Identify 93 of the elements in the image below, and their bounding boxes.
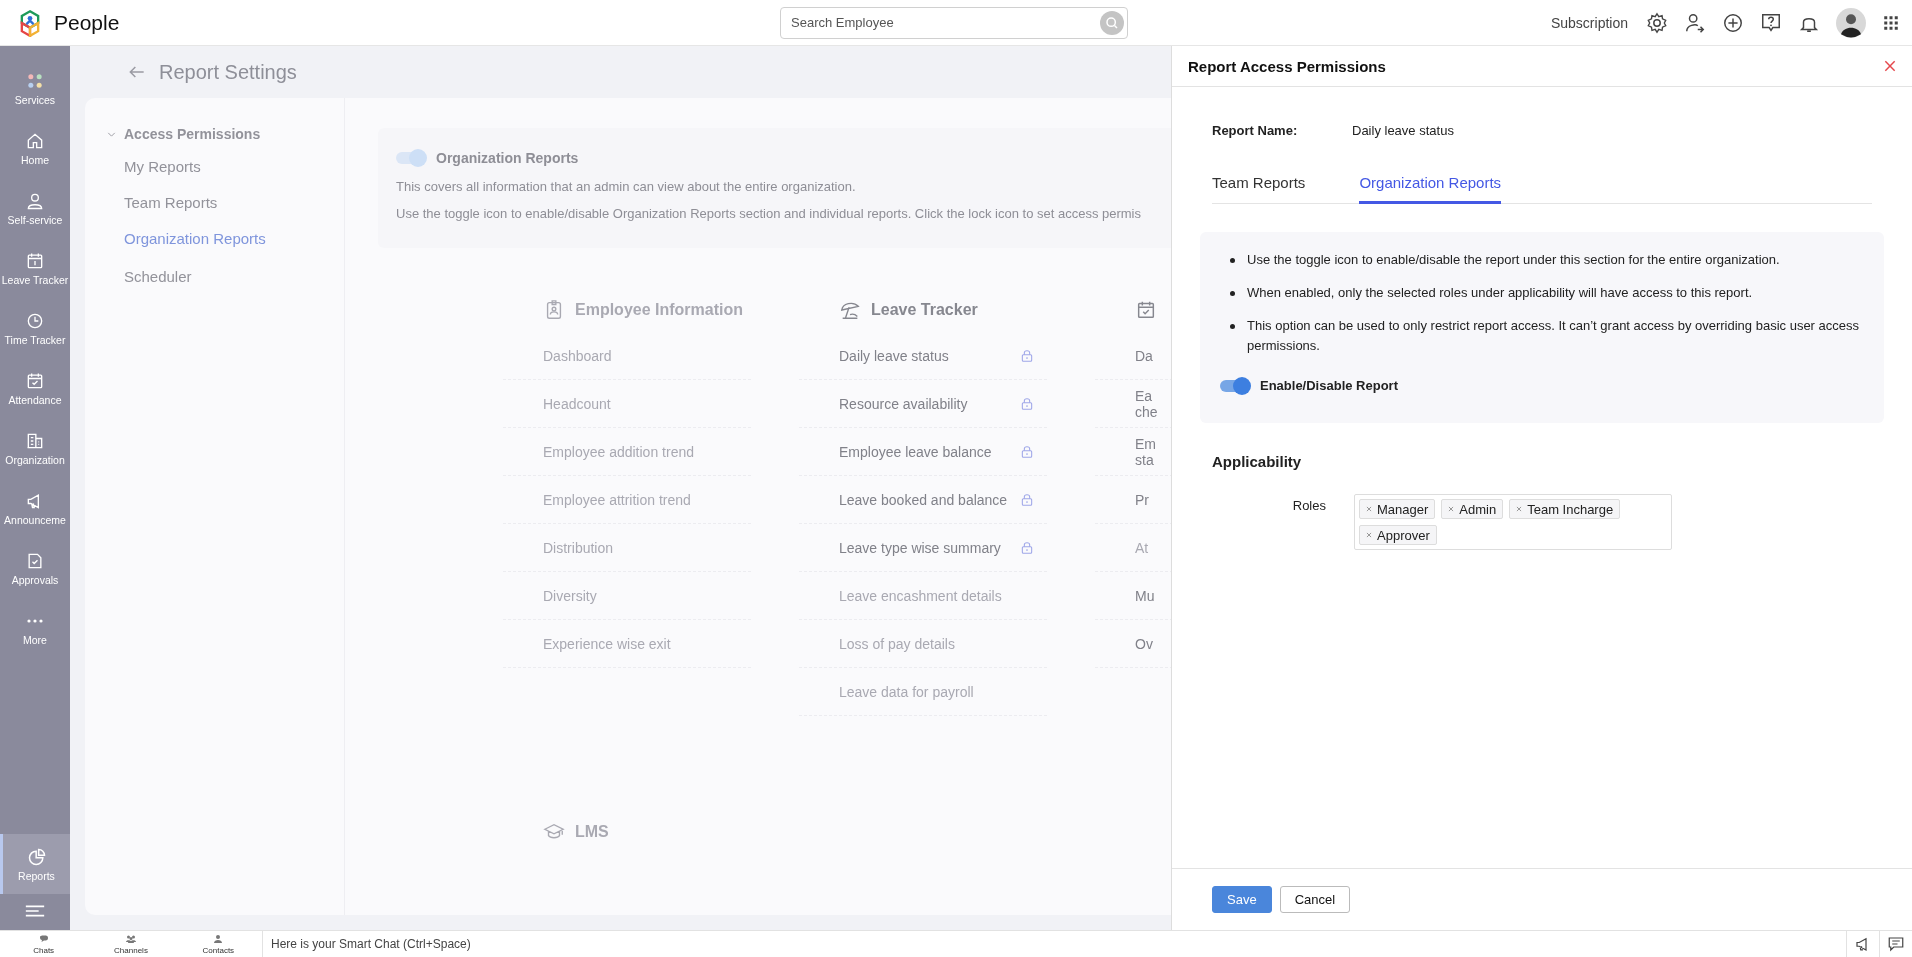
sidebar-item[interactable]: Attendance bbox=[0, 358, 70, 418]
hint-text: Use the toggle icon to enable/disable Organization Reports section and individual reports. Click the lock icon to set access permis bbox=[396, 205, 1142, 222]
save-button[interactable]: Save bbox=[1212, 886, 1272, 913]
tab[interactable]: Team Reports bbox=[1212, 168, 1306, 204]
add-icon[interactable] bbox=[1722, 11, 1744, 34]
bullet-icon bbox=[1230, 324, 1235, 329]
lock-icon[interactable] bbox=[1019, 491, 1035, 508]
report-item[interactable]: Da bbox=[1135, 347, 1161, 364]
app-grid-icon[interactable] bbox=[1882, 13, 1900, 32]
sidebar-item[interactable]: Time Tracker bbox=[0, 298, 70, 358]
sidebar-item[interactable]: Announceme bbox=[0, 478, 70, 538]
bullet-icon bbox=[1230, 291, 1235, 296]
report-item[interactable]: Employee addition trend bbox=[543, 443, 739, 460]
lock-icon[interactable] bbox=[1019, 395, 1035, 412]
role-name: Approver bbox=[1377, 527, 1430, 543]
report-item[interactable]: Mu bbox=[1135, 587, 1161, 604]
remove-icon[interactable] bbox=[1364, 504, 1374, 514]
report-item[interactable]: Employee leave balance bbox=[839, 443, 1019, 460]
report-item[interactable]: Pr bbox=[1135, 491, 1161, 508]
toggle-label: Enable/Disable Report bbox=[1260, 378, 1398, 393]
category-title: Leave Tracker bbox=[871, 301, 978, 319]
section-heading: Applicability bbox=[1211, 453, 1303, 470]
sidebar-item[interactable]: Reports bbox=[0, 834, 70, 894]
nav-item[interactable]: My Reports bbox=[85, 158, 344, 180]
report-item[interactable]: Ea che bbox=[1135, 387, 1161, 420]
sidebar-item[interactable]: More bbox=[0, 598, 70, 658]
report-item[interactable]: Ov bbox=[1135, 635, 1161, 652]
sidebar-item[interactable]: Approvals bbox=[0, 538, 70, 598]
category-title: Employee Information bbox=[575, 301, 744, 319]
sidebar-item[interactable]: Organization bbox=[0, 418, 70, 478]
category-title: LMS bbox=[575, 823, 609, 841]
report-item[interactable]: Distribution bbox=[543, 539, 739, 556]
cancel-button[interactable]: Cancel bbox=[1279, 886, 1351, 913]
report-item[interactable]: Leave encashment details bbox=[839, 587, 1035, 604]
page-title: Report Settings bbox=[159, 60, 297, 84]
description-text: This covers all information that an admin can view about the entire organization. bbox=[396, 178, 857, 195]
lock-icon[interactable] bbox=[1019, 539, 1035, 556]
report-item[interactable]: Resource availability bbox=[839, 395, 1019, 412]
role-name: Admin bbox=[1459, 501, 1497, 517]
chat-input-field[interactable]: Here is your Smart Chat (Ctrl+Space) bbox=[263, 931, 1846, 957]
report-item[interactable]: Leave type wise summary bbox=[839, 539, 1019, 556]
field-label: Report Name: bbox=[1212, 122, 1299, 138]
report-item[interactable]: Daily leave status bbox=[839, 347, 1019, 364]
report-item[interactable]: Leave data for payroll bbox=[839, 683, 1035, 700]
roles-field[interactable]: Manager Admin Team Incharge Approver bbox=[1354, 494, 1672, 550]
report-item[interactable]: Diversity bbox=[543, 587, 739, 604]
field-label: Roles bbox=[1291, 497, 1327, 513]
avatar[interactable] bbox=[1836, 7, 1866, 38]
more-icon bbox=[26, 617, 44, 624]
pie-chart-icon bbox=[26, 846, 47, 867]
lock-icon[interactable] bbox=[1019, 347, 1035, 364]
person-icon bbox=[212, 933, 225, 946]
report-item[interactable]: Dashboard bbox=[543, 347, 739, 364]
note-text: When enabled, only the selected roles under applicability will have access to this report. bbox=[1247, 284, 1753, 302]
report-item[interactable]: Leave booked and balance bbox=[839, 491, 1019, 508]
report-name: Daily leave status bbox=[1352, 122, 1454, 138]
toggle-switch[interactable] bbox=[396, 152, 424, 164]
dock-item[interactable]: Contacts bbox=[174, 931, 262, 957]
toggle-switch[interactable] bbox=[1220, 379, 1248, 392]
role-name: Team Incharge bbox=[1527, 501, 1614, 517]
user-switch-icon[interactable] bbox=[1684, 11, 1706, 34]
sidebar-item[interactable]: Home bbox=[0, 118, 70, 178]
search-field[interactable]: Search Employee bbox=[780, 6, 1128, 39]
people-icon bbox=[125, 933, 137, 946]
sidebar-item[interactable]: Services bbox=[0, 58, 70, 118]
subscription-link[interactable]: Subscription bbox=[1550, 14, 1628, 31]
nav-group-header[interactable]: Access Permissions bbox=[85, 124, 344, 144]
bullet-icon bbox=[1230, 258, 1235, 263]
report-item[interactable]: Employee attrition trend bbox=[543, 491, 739, 508]
dock-item[interactable]: Chats bbox=[0, 931, 88, 957]
sidebar-item[interactable]: Self-service bbox=[0, 178, 70, 238]
report-item[interactable]: Experience wise exit bbox=[543, 635, 739, 652]
report-item[interactable]: Loss of pay details bbox=[839, 635, 1035, 652]
note-text: Use the toggle icon to enable/disable the report under this section for the entire organization. bbox=[1247, 251, 1780, 269]
sidebar-item[interactable]: Leave Tracker bbox=[0, 238, 70, 298]
app-name: People bbox=[54, 10, 120, 35]
section-title: Organization Reports bbox=[436, 150, 579, 166]
role-name: Manager bbox=[1377, 501, 1429, 517]
remove-icon[interactable] bbox=[1364, 530, 1374, 540]
report-item[interactable]: At bbox=[1135, 539, 1161, 556]
help-icon[interactable] bbox=[1760, 11, 1782, 34]
report-item[interactable]: Em sta bbox=[1135, 435, 1161, 468]
lock-icon[interactable] bbox=[1019, 443, 1035, 460]
nav-item[interactable]: Scheduler bbox=[85, 268, 344, 290]
dock-item[interactable]: Channels bbox=[87, 931, 175, 957]
nav-item[interactable]: Organization Reports bbox=[85, 230, 344, 252]
nav-item[interactable]: Team Reports bbox=[85, 194, 344, 216]
close-icon[interactable] bbox=[1882, 58, 1898, 74]
report-item[interactable]: Headcount bbox=[543, 395, 739, 412]
settings-icon[interactable] bbox=[1646, 11, 1668, 34]
panel-title: Report Access Permissions bbox=[1188, 57, 1386, 75]
note-text: This option can be used to only restrict report access. It can’t grant access by overriding basic user access permissions. bbox=[1247, 317, 1860, 355]
tab[interactable]: Organization Reports bbox=[1359, 168, 1502, 204]
